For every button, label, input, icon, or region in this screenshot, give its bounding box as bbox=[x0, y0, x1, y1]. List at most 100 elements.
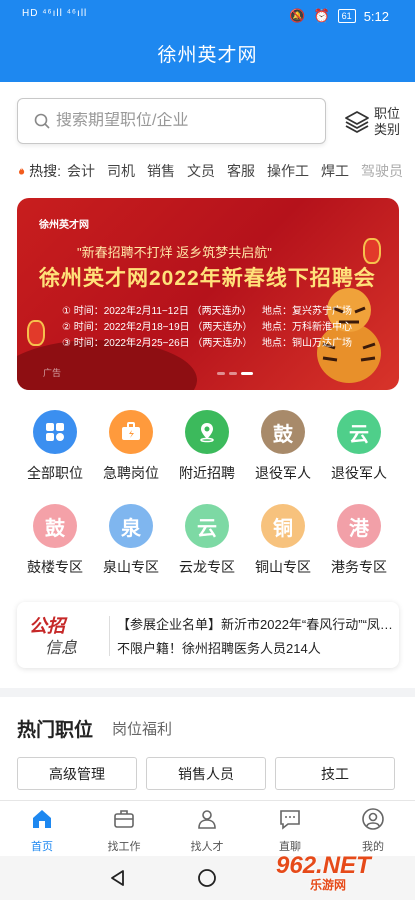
grid-icon bbox=[33, 410, 77, 454]
shortcut-label: 泉山专区 bbox=[103, 559, 159, 575]
carousel-indicator bbox=[217, 372, 253, 375]
hot-keyword[interactable]: 文员 bbox=[187, 161, 215, 181]
banner-schedule-row: ① 时间：2022年2月11−12日 （两天连办） 地点：复兴苏宁广场 bbox=[62, 302, 352, 317]
home-circle-icon[interactable] bbox=[197, 868, 217, 888]
banner-title: 徐州英才网2022年新春线下招聘会 bbox=[39, 267, 376, 290]
shortcut-veterans-2[interactable]: 云 退役军人 bbox=[321, 410, 397, 483]
shortcut-veterans[interactable]: 鼓 退役军人 bbox=[245, 410, 321, 483]
banner-time: ② 时间：2022年2月18−19日 （两天连办） bbox=[62, 322, 253, 333]
shortcut-gangwu[interactable]: 港 港务专区 bbox=[321, 504, 397, 577]
app-header: 徐州英才网 bbox=[0, 36, 415, 82]
carousel-dot bbox=[229, 372, 237, 375]
notice-card[interactable]: 公招 信息 【参展企业名单】新沂市2022年“春风行动”“凤… 不限户籍！徐州招… bbox=[17, 602, 399, 668]
shortcut-label: 附近招聘 bbox=[179, 465, 235, 481]
fire-icon bbox=[19, 167, 25, 175]
banner-location: 地点：复兴苏宁广场 bbox=[262, 306, 352, 317]
shortcut-quanshan[interactable]: 泉 泉山专区 bbox=[93, 504, 169, 577]
shortcut-glyph: 鼓 bbox=[261, 410, 305, 454]
hot-keyword[interactable]: 会计 bbox=[67, 161, 95, 181]
shortcut-label: 全部职位 bbox=[27, 465, 83, 481]
shortcut-glyph: 泉 bbox=[109, 504, 153, 548]
shortcut-label: 退役军人 bbox=[255, 465, 311, 481]
shortcut-label: 铜山专区 bbox=[255, 559, 311, 575]
chat-icon bbox=[280, 810, 300, 830]
tiger-illustration bbox=[317, 288, 381, 383]
home-icon bbox=[33, 810, 51, 828]
clock: 5:12 bbox=[363, 8, 389, 24]
shortcut-label: 急聘岗位 bbox=[103, 465, 159, 481]
job-tag-button[interactable]: 技工 bbox=[275, 757, 395, 790]
home-content: 职位类别 热搜: 会计 司机 销售 文员 客服 操作工 焊工 驾驶员 徐州英才网… bbox=[0, 82, 415, 688]
tab-job-benefits[interactable]: 岗位福利 bbox=[112, 718, 172, 739]
nav-mine[interactable]: 我的 bbox=[343, 807, 403, 854]
search-box[interactable] bbox=[17, 98, 326, 144]
nav-home[interactable]: 首页 bbox=[12, 807, 72, 854]
bottom-nav: 首页 找工作 找人才 直聊 我的 bbox=[0, 800, 415, 856]
hot-keyword[interactable]: 销售 bbox=[147, 161, 175, 181]
notice-logo-bottom: 信息 bbox=[45, 640, 78, 657]
watermark-main: 962.NET bbox=[276, 852, 371, 879]
shortcut-glyph: 云 bbox=[185, 504, 229, 548]
shortcut-label: 退役军人 bbox=[331, 465, 387, 481]
status-bar: HD ⁴⁶ıll ⁴⁶ıll 🔕 ⏰ 61 5:12 bbox=[0, 0, 415, 36]
job-category-button[interactable]: 职位类别 bbox=[344, 102, 404, 142]
shortcut-urgent-jobs[interactable]: 急聘岗位 bbox=[93, 410, 169, 483]
shortcut-label: 云龙专区 bbox=[179, 559, 235, 575]
shortcut-glyph: 港 bbox=[337, 504, 381, 548]
nav-find-jobs[interactable]: 找工作 bbox=[94, 807, 154, 854]
hot-keyword[interactable]: 客服 bbox=[227, 161, 255, 181]
banner-logo: 徐州英才网 bbox=[39, 220, 89, 231]
user-icon bbox=[362, 808, 384, 830]
notice-divider bbox=[109, 616, 110, 656]
hot-jobs-section: 热门职位 岗位福利 高级管理 销售人员 技工 bbox=[0, 697, 415, 800]
lantern-icon bbox=[363, 238, 381, 264]
notice-item[interactable]: 不限户籍！徐州招聘医务人员214人 bbox=[117, 638, 395, 657]
shortcut-nearby-jobs[interactable]: 附近招聘 bbox=[169, 410, 245, 483]
notice-item[interactable]: 【参展企业名单】新沂市2022年“春风行动”“凤… bbox=[117, 614, 395, 633]
back-icon[interactable] bbox=[108, 868, 128, 888]
job-tag-button[interactable]: 高级管理 bbox=[17, 757, 137, 790]
layers-icon bbox=[345, 111, 369, 133]
search-icon bbox=[34, 113, 50, 129]
lantern-icon bbox=[27, 320, 45, 346]
briefcase-bolt-icon bbox=[109, 410, 153, 454]
nav-chat[interactable]: 直聊 bbox=[260, 807, 320, 854]
shortcut-tongshan[interactable]: 铜 铜山专区 bbox=[245, 504, 321, 577]
banner-time: ③ 时间：2022年2月25−26日 （两天连办） bbox=[62, 338, 253, 349]
banner-location: 地点：万科新淮中心 bbox=[262, 322, 352, 333]
ad-label: 广告 bbox=[43, 368, 62, 378]
status-right: 🔕 ⏰ 61 5:12 bbox=[289, 8, 389, 24]
shortcut-label: 鼓楼专区 bbox=[27, 559, 83, 575]
banner-time: ① 时间：2022年2月11−12日 （两天连办） bbox=[62, 306, 252, 317]
briefcase-icon bbox=[114, 810, 134, 828]
shortcut-yunlong[interactable]: 云 云龙专区 bbox=[169, 504, 245, 577]
watermark-logo: 962.NET 乐游网 bbox=[276, 852, 371, 893]
banner-slogan: "新春招聘不打烊 返乡筑梦共启航" bbox=[77, 245, 272, 260]
nav-label: 首页 bbox=[31, 841, 53, 853]
tab-hot-jobs[interactable]: 热门职位 bbox=[17, 715, 93, 742]
hot-keyword[interactable]: 操作工 bbox=[267, 161, 309, 181]
carousel-dot bbox=[217, 372, 225, 375]
nav-label: 找人才 bbox=[190, 841, 224, 853]
search-input[interactable] bbox=[56, 112, 306, 130]
promo-banner[interactable]: 徐州英才网 "新春招聘不打烊 返乡筑梦共启航" 徐州英才网2022年新春线下招聘… bbox=[17, 198, 399, 390]
nav-find-talent[interactable]: 找人才 bbox=[177, 807, 237, 854]
hot-keyword[interactable]: 司机 bbox=[107, 161, 135, 181]
people-icon bbox=[198, 810, 216, 829]
shortcut-gulou[interactable]: 鼓 鼓楼专区 bbox=[17, 504, 93, 577]
location-pin-icon bbox=[185, 410, 229, 454]
carousel-dot-active bbox=[241, 372, 253, 375]
shortcut-glyph: 云 bbox=[337, 410, 381, 454]
hot-search-label: 热搜: bbox=[29, 163, 61, 179]
banner-schedule-row: ② 时间：2022年2月18−19日 （两天连办） 地点：万科新淮中心 bbox=[62, 318, 352, 333]
hot-search-bar: 热搜: 会计 司机 销售 文员 客服 操作工 焊工 驾驶员 bbox=[18, 160, 415, 182]
banner-location: 地点：铜山万达广场 bbox=[262, 338, 352, 349]
shortcut-glyph: 铜 bbox=[261, 504, 305, 548]
hot-keyword[interactable]: 驾驶员 bbox=[361, 161, 403, 181]
battery-icon: 61 bbox=[337, 9, 356, 23]
job-tag-button[interactable]: 销售人员 bbox=[146, 757, 266, 790]
shortcut-label: 港务专区 bbox=[331, 559, 387, 575]
hot-keyword[interactable]: 焊工 bbox=[321, 161, 349, 181]
shortcut-all-jobs[interactable]: 全部职位 bbox=[17, 410, 93, 483]
alarm-icon: ⏰ bbox=[313, 8, 330, 23]
